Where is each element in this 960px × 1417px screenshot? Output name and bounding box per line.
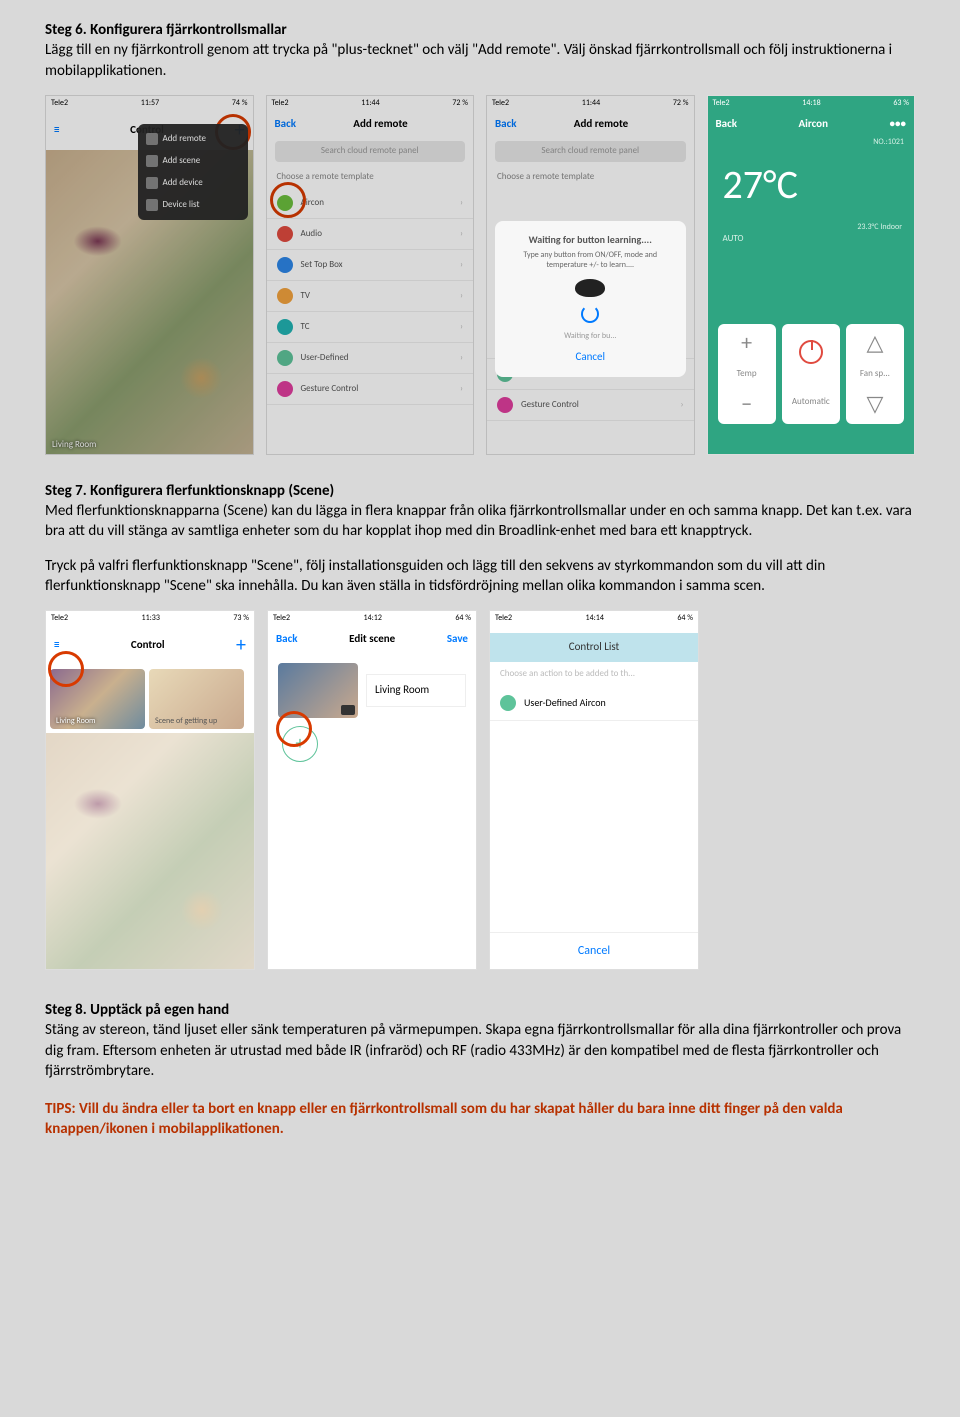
highlight-circle <box>270 182 306 218</box>
menu-device-list[interactable]: Device list <box>138 194 248 216</box>
learning-modal: Waiting for button learning.... Type any… <box>495 221 686 377</box>
action-item[interactable]: User-Defined Aircon <box>490 686 698 721</box>
steg6-block: Steg 6. Konfigurera fjärrkontrollsmallar… <box>45 20 915 81</box>
fan-button[interactable]: △Fan sp...▽ <box>846 324 904 424</box>
highlight-circle <box>48 651 84 687</box>
save-button[interactable]: Save <box>447 632 468 647</box>
steg7-p2: Tryck på valfri flerfunktionsknapp "Scen… <box>45 556 915 597</box>
tip-text: TIPS: Vill du ändra eller ta bort en kna… <box>45 1099 915 1140</box>
screenshot-row-2: Tele211:3373 % ≡ Control + Living Room S… <box>45 610 915 970</box>
back-button[interactable]: Back <box>716 117 737 132</box>
steg7-block: Steg 7. Konfigurera flerfunktionsknapp (… <box>45 481 915 542</box>
temp-button[interactable]: +Temp− <box>718 324 776 424</box>
screenshot-row-1: Tele211:5774 % ≡ Control + Living Room A… <box>45 95 915 455</box>
phone-control-list: Tele214:1464 % Back Edit scene Save Cont… <box>489 610 699 970</box>
menu-add-device[interactable]: Add device <box>138 172 248 194</box>
cancel-button[interactable]: Cancel <box>503 350 678 365</box>
template-tv[interactable]: TV› <box>267 281 474 312</box>
phone-edit-scene: Tele214:1264 % Back Edit scene Save Livi… <box>267 610 477 970</box>
steg7-p1: Med flerfunktionsknapparna (Scene) kan d… <box>45 502 912 540</box>
hub-icon <box>575 279 605 297</box>
scene-thumb[interactable] <box>278 663 358 718</box>
template-settopbox[interactable]: Set Top Box› <box>267 250 474 281</box>
menu-icon[interactable]: ≡ <box>54 638 59 653</box>
search-input[interactable]: Search cloud remote panel <box>275 141 466 161</box>
status-bar: Tele211:5774 % <box>46 96 253 111</box>
add-icon[interactable]: + <box>236 632 246 659</box>
template-audio[interactable]: Audio› <box>267 219 474 250</box>
phone-control: Tele211:5774 % ≡ Control + Living Room A… <box>45 95 254 455</box>
room-image <box>46 733 254 969</box>
spinner-icon <box>581 305 599 323</box>
steg8-block: Steg 8. Upptäck på egen hand Stäng av st… <box>45 1000 915 1081</box>
scene-name-input[interactable]: Living Room <box>366 674 466 707</box>
steg8-heading: Steg 8. Upptäck på egen hand <box>45 1001 229 1019</box>
steg8-body: Stäng av stereon, tänd ljuset eller sänk… <box>45 1021 901 1080</box>
template-userdefined[interactable]: User-Defined› <box>267 343 474 374</box>
phone-add-remote: Tele211:4472 % Back Add remote Search cl… <box>266 95 475 455</box>
cancel-button[interactable]: Cancel <box>490 932 698 969</box>
menu-add-remote[interactable]: Add remote <box>138 128 248 150</box>
control-list-sheet: Control List Choose an action to be adde… <box>490 633 698 969</box>
steg6-heading: Steg 6. Konfigurera fjärrkontrollsmallar <box>45 21 287 39</box>
back-button[interactable]: Back <box>276 632 297 647</box>
scene-getting-up[interactable]: Scene of getting up <box>149 669 244 729</box>
steg6-body: Lägg till en ny fjärrkontroll genom att … <box>45 41 892 79</box>
back-button[interactable]: Back <box>275 117 296 132</box>
phone-aircon: Tele214:1863 % Back Aircon ••• NO.:1021 … <box>707 95 916 455</box>
menu-add-scene[interactable]: Add scene <box>138 150 248 172</box>
steg7-heading: Steg 7. Konfigurera flerfunktionsknapp (… <box>45 482 334 500</box>
template-tc[interactable]: TC› <box>267 312 474 343</box>
more-icon[interactable]: ••• <box>890 117 906 132</box>
power-button[interactable]: Automatic <box>782 324 840 424</box>
back-button[interactable]: Back <box>495 117 516 132</box>
phone-control-scenes: Tele211:3373 % ≡ Control + Living Room S… <box>45 610 255 970</box>
search-input[interactable]: Search cloud remote panel <box>495 141 686 161</box>
add-menu-popup: Add remote Add scene Add device Device l… <box>138 124 248 221</box>
template-gesture[interactable]: Gesture Control› <box>267 374 474 405</box>
menu-icon[interactable]: ≡ <box>54 123 59 138</box>
camera-icon <box>341 705 355 715</box>
temperature-display: 27°C <box>708 148 915 222</box>
power-icon <box>799 340 823 364</box>
highlight-circle <box>276 711 312 747</box>
ac-controls: +Temp− Automatic △Fan sp...▽ <box>708 324 915 424</box>
phone-learning: Tele211:4472 % Back Add remote Search cl… <box>486 95 695 455</box>
